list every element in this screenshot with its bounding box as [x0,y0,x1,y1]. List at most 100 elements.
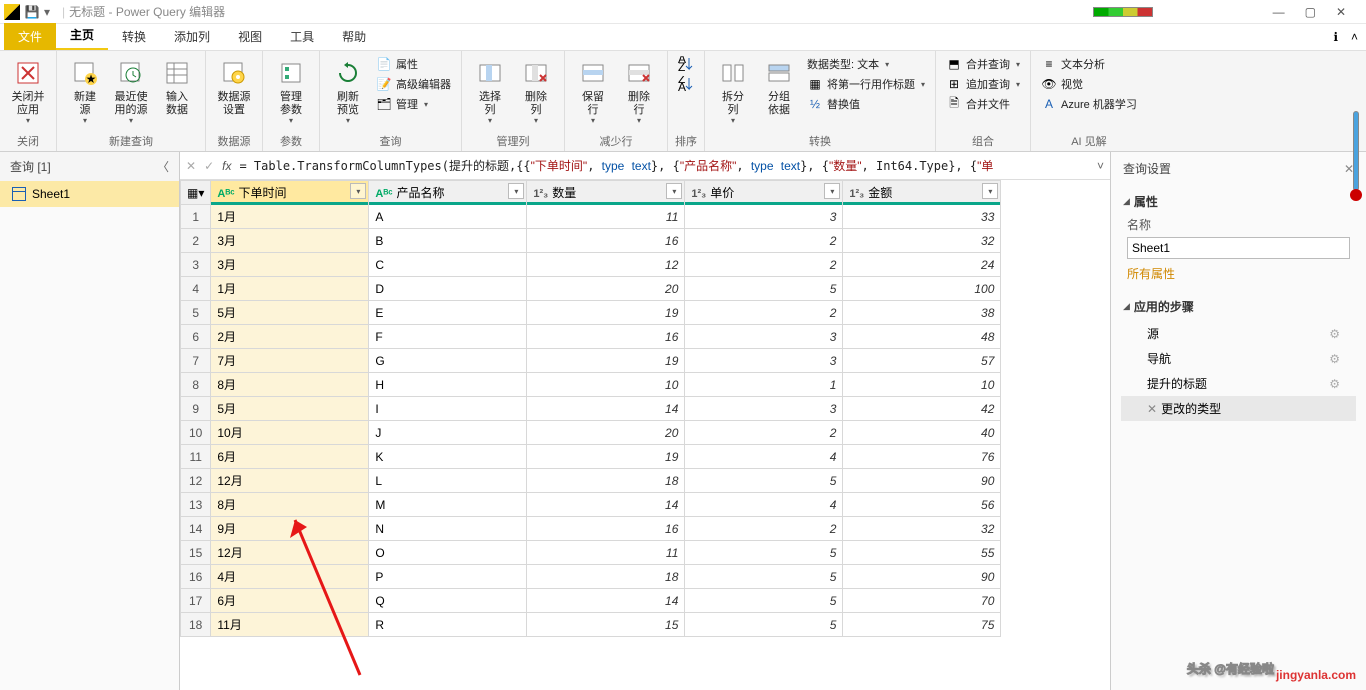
cell-qty[interactable]: 12 [527,253,685,277]
cell-price[interactable]: 2 [685,253,843,277]
cell-qty[interactable]: 16 [527,325,685,349]
refresh-preview-button[interactable]: 刷新预览▾ [326,53,370,129]
gear-icon[interactable]: ⚙ [1329,377,1340,391]
table-row[interactable]: 11 6月 K 19 4 76 [181,445,1001,469]
delete-step-icon[interactable]: ✕ [1147,402,1157,416]
corner-cell[interactable]: ▦▾ [181,181,211,205]
col-amount[interactable]: 1²₃金额▾ [843,181,1001,205]
table-row[interactable]: 10 10月 J 20 2 40 [181,421,1001,445]
formula-input[interactable]: = Table.TransformColumnTypes(提升的标题,{{"下单… [239,157,1089,174]
cell-product[interactable]: F [369,325,527,349]
cell-qty[interactable]: 11 [527,541,685,565]
cell-order-time[interactable]: 6月 [211,589,369,613]
cell-amount[interactable]: 100 [843,277,1001,301]
cell-product[interactable]: C [369,253,527,277]
save-icon[interactable]: 💾 [24,4,40,20]
formula-accept[interactable]: ✓ [204,159,214,173]
cell-qty[interactable]: 14 [527,397,685,421]
cell-amount[interactable]: 38 [843,301,1001,325]
table-row[interactable]: 15 12月 O 11 5 55 [181,541,1001,565]
vision-button[interactable]: 👁视觉 [1037,75,1141,93]
applied-step[interactable]: 源⚙ [1121,321,1356,346]
cell-order-time[interactable]: 8月 [211,493,369,517]
choose-cols-button[interactable]: 选择列▾ [468,53,512,129]
tab-tools[interactable]: 工具 [276,23,328,50]
cell-amount[interactable]: 48 [843,325,1001,349]
cell-price[interactable]: 5 [685,613,843,637]
col-qty[interactable]: 1²₃数量▾ [527,181,685,205]
cell-amount[interactable]: 24 [843,253,1001,277]
help-icon[interactable]: ℹ [1333,30,1338,44]
combine-files-button[interactable]: 🗎合并文件 [942,95,1024,113]
filter-icon[interactable]: ▾ [350,183,366,199]
cell-product[interactable]: G [369,349,527,373]
filter-icon[interactable]: ▾ [982,183,998,199]
cell-price[interactable]: 3 [685,349,843,373]
cell-price[interactable]: 3 [685,205,843,229]
maximize-button[interactable]: ▢ [1305,5,1316,19]
cell-order-time[interactable]: 4月 [211,565,369,589]
cell-order-time[interactable]: 5月 [211,397,369,421]
cell-price[interactable]: 5 [685,541,843,565]
props-section-header[interactable]: ◢属性 [1121,189,1356,214]
table-row[interactable]: 17 6月 Q 14 5 70 [181,589,1001,613]
cell-product[interactable]: B [369,229,527,253]
cell-order-time[interactable]: 2月 [211,325,369,349]
replace-values-button[interactable]: ½替换值 [803,95,929,113]
gear-icon[interactable]: ⚙ [1329,352,1340,366]
cell-qty[interactable]: 19 [527,445,685,469]
cell-order-time[interactable]: 3月 [211,253,369,277]
cell-qty[interactable]: 14 [527,493,685,517]
remove-cols-button[interactable]: 删除列▾ [514,53,558,129]
cell-price[interactable]: 4 [685,445,843,469]
tab-home[interactable]: 主页 [56,21,108,50]
cell-amount[interactable]: 90 [843,469,1001,493]
cell-product[interactable]: J [369,421,527,445]
table-row[interactable]: 9 5月 I 14 3 42 [181,397,1001,421]
merge-queries-button[interactable]: ⬒合并查询▾ [942,55,1024,73]
cell-amount[interactable]: 90 [843,565,1001,589]
cell-price[interactable]: 3 [685,325,843,349]
cell-product[interactable]: K [369,445,527,469]
cell-product[interactable]: Q [369,589,527,613]
filter-icon[interactable]: ▾ [666,183,682,199]
table-row[interactable]: 3 3月 C 12 2 24 [181,253,1001,277]
cell-price[interactable]: 1 [685,373,843,397]
cell-price[interactable]: 2 [685,517,843,541]
cell-qty[interactable]: 15 [527,613,685,637]
cell-order-time[interactable]: 1月 [211,277,369,301]
cell-qty[interactable]: 18 [527,565,685,589]
applied-step[interactable]: 提升的标题⚙ [1121,371,1356,396]
close-button[interactable]: ✕ [1336,5,1346,19]
cell-amount[interactable]: 42 [843,397,1001,421]
cell-order-time[interactable]: 12月 [211,469,369,493]
cell-qty[interactable]: 20 [527,421,685,445]
properties-button[interactable]: 📄属性 [372,55,455,73]
data-grid[interactable]: ▦▾ Aᴮᶜ下单时间▾ Aᴮᶜ产品名称▾ 1²₃数量▾ 1²₃单价▾ 1²₃金额… [180,180,1110,690]
query-item-sheet1[interactable]: Sheet1 [0,181,179,207]
applied-step[interactable]: ✕更改的类型 [1121,396,1356,421]
gear-icon[interactable]: ⚙ [1329,327,1340,341]
cell-amount[interactable]: 57 [843,349,1001,373]
tab-add-column[interactable]: 添加列 [160,23,224,50]
recent-sources-button[interactable]: 最近使用的源▾ [109,53,153,129]
cell-price[interactable]: 5 [685,589,843,613]
cell-product[interactable]: P [369,565,527,589]
cell-qty[interactable]: 16 [527,229,685,253]
data-source-settings-button[interactable]: 数据源设置 [212,53,256,121]
cell-product[interactable]: M [369,493,527,517]
filter-icon[interactable]: ▾ [824,183,840,199]
cell-product[interactable]: R [369,613,527,637]
cell-order-time[interactable]: 11月 [211,613,369,637]
table-row[interactable]: 5 5月 E 19 2 38 [181,301,1001,325]
tab-view[interactable]: 视图 [224,23,276,50]
cell-order-time[interactable]: 3月 [211,229,369,253]
cell-order-time[interactable]: 8月 [211,373,369,397]
cell-order-time[interactable]: 1月 [211,205,369,229]
cell-product[interactable]: N [369,517,527,541]
manage-params-button[interactable]: 管理参数▾ [269,53,313,129]
cell-amount[interactable]: 33 [843,205,1001,229]
table-row[interactable]: 4 1月 D 20 5 100 [181,277,1001,301]
cell-order-time[interactable]: 6月 [211,445,369,469]
cell-price[interactable]: 5 [685,277,843,301]
